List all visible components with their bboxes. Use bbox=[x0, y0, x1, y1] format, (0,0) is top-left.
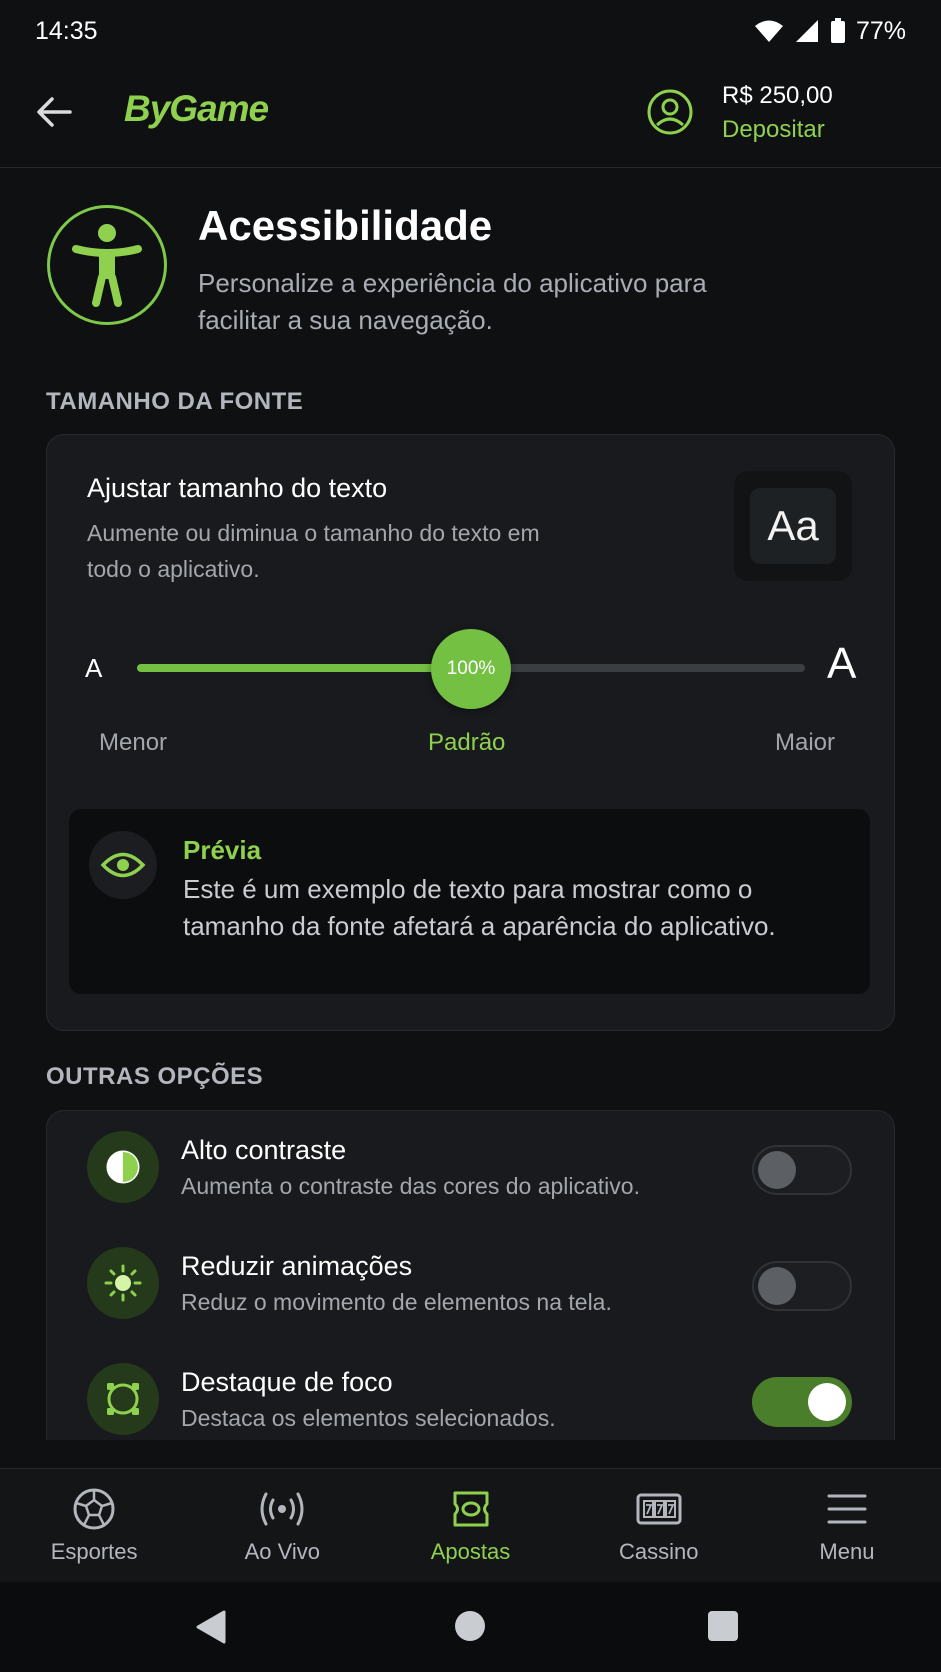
preview-text: Este é um exemplo de texto para mostrar … bbox=[183, 874, 776, 941]
contrast-icon bbox=[106, 1150, 140, 1184]
font-size-slider[interactable]: 100% bbox=[137, 629, 805, 709]
toggle-knob bbox=[808, 1383, 846, 1421]
slider-thumb[interactable]: 100% bbox=[431, 629, 511, 709]
font-size-title: Ajustar tamanho do texto bbox=[87, 473, 388, 503]
nav-item-apostas[interactable]: Apostas bbox=[376, 1469, 564, 1582]
system-home-button[interactable] bbox=[454, 1610, 486, 1647]
option-reduce-animations[interactable]: Reduzir animações Reduz o movimento de e… bbox=[47, 1227, 896, 1327]
page-title: Acessibilidade bbox=[198, 202, 493, 249]
text-preview-box: Prévia Este é um exemplo de texto para m… bbox=[69, 809, 870, 994]
status-time: 14:35 bbox=[35, 16, 98, 45]
app-header: ByGame R$ 250,00 Depositar bbox=[0, 62, 941, 168]
cellular-signal-icon bbox=[794, 19, 820, 43]
back-button[interactable] bbox=[34, 92, 74, 132]
toggle-knob bbox=[758, 1151, 796, 1189]
balance-amount: R$ 250,00 bbox=[722, 82, 833, 109]
wifi-icon bbox=[754, 19, 784, 43]
option-title: Reduzir animações bbox=[181, 1251, 413, 1281]
option-description: Aumenta o contraste das cores do aplicat… bbox=[181, 1173, 640, 1199]
arrow-left-icon bbox=[37, 97, 72, 127]
option-icon-badge bbox=[87, 1247, 159, 1319]
nav-label: Esportes bbox=[50, 1539, 138, 1564]
system-navigation-bar bbox=[0, 1582, 941, 1672]
nav-label: Menu bbox=[819, 1539, 875, 1564]
slider-big-letter: A bbox=[827, 639, 857, 688]
option-high-contrast[interactable]: Alto contraste Aumenta o contraste das c… bbox=[47, 1111, 896, 1211]
system-back-button[interactable] bbox=[195, 1610, 227, 1649]
status-bar: 14:35 77% bbox=[0, 0, 941, 62]
slider-fill bbox=[137, 664, 471, 672]
nav-item-menu[interactable]: Menu bbox=[753, 1469, 941, 1582]
account-button[interactable] bbox=[646, 88, 694, 136]
eye-icon bbox=[100, 852, 146, 878]
live-broadcast-icon bbox=[260, 1492, 304, 1526]
slider-label-max: Maior bbox=[775, 729, 836, 756]
slider-label-min: Menor bbox=[99, 729, 168, 756]
nav-label: Apostas bbox=[430, 1539, 511, 1564]
deposit-link[interactable]: Depositar bbox=[722, 116, 825, 144]
font-size-description: Aumente ou diminua o tamanho do texto em… bbox=[87, 520, 540, 582]
nav-label: Cassino bbox=[618, 1539, 699, 1564]
ticket-icon bbox=[453, 1491, 488, 1527]
high-contrast-toggle[interactable] bbox=[752, 1145, 852, 1195]
option-title: Alto contraste bbox=[181, 1135, 347, 1165]
sun-icon bbox=[104, 1264, 142, 1302]
nav-label: Ao Vivo bbox=[244, 1539, 321, 1564]
page-subtitle: Personalize a experiência do aplicativo … bbox=[198, 268, 707, 335]
option-description: Reduz o movimento de elementos na tela. bbox=[181, 1289, 612, 1315]
other-options-section-label: OUTRAS OPÇÕES bbox=[46, 1063, 264, 1090]
accessibility-icon bbox=[72, 224, 142, 307]
preview-title: Prévia bbox=[183, 835, 262, 865]
accessibility-icon-badge bbox=[47, 205, 167, 325]
reduce-animations-toggle[interactable] bbox=[752, 1261, 852, 1311]
bygame-logo[interactable]: ByGame bbox=[124, 88, 269, 130]
hamburger-menu-icon bbox=[827, 1494, 867, 1524]
nav-item-ao-vivo[interactable]: Ao Vivo bbox=[188, 1469, 376, 1582]
soccer-ball-icon bbox=[73, 1488, 115, 1530]
option-title: Destaque de foco bbox=[181, 1367, 393, 1397]
slider-label-default: Padrão bbox=[428, 729, 506, 756]
bottom-navigation: Esportes Ao Vivo Apostas Cassino Menu bbox=[0, 1468, 941, 1582]
slider-small-letter: A bbox=[85, 653, 103, 683]
focus-highlight-toggle[interactable] bbox=[752, 1377, 852, 1427]
focus-icon bbox=[107, 1383, 139, 1415]
option-icon-badge bbox=[87, 1363, 159, 1435]
user-avatar-icon bbox=[647, 89, 693, 135]
status-indicators: 77% bbox=[754, 17, 906, 46]
battery-icon bbox=[830, 18, 846, 44]
slot-machine-icon bbox=[636, 1493, 682, 1525]
square-recents-icon bbox=[708, 1611, 738, 1641]
option-icon-badge bbox=[87, 1131, 159, 1203]
font-size-card: Ajustar tamanho do texto Aumente ou dimi… bbox=[46, 434, 895, 1031]
battery-percent: 77% bbox=[855, 16, 906, 45]
system-recents-button[interactable] bbox=[707, 1610, 739, 1647]
triangle-back-icon bbox=[196, 1610, 226, 1644]
preview-icon-badge bbox=[89, 831, 157, 899]
option-focus-highlight[interactable]: Destaque de foco Destaca os elementos se… bbox=[47, 1343, 896, 1443]
font-preview-badge: Aa bbox=[734, 471, 852, 581]
nav-item-cassino[interactable]: Cassino bbox=[565, 1469, 753, 1582]
option-description: Destaca os elementos selecionados. bbox=[181, 1405, 556, 1431]
font-glyph-icon: Aa bbox=[750, 488, 836, 564]
other-options-card: Alto contraste Aumenta o contraste das c… bbox=[46, 1110, 895, 1440]
nav-item-esportes[interactable]: Esportes bbox=[0, 1469, 188, 1582]
toggle-knob bbox=[758, 1267, 796, 1305]
font-size-section-label: TAMANHO DA FONTE bbox=[46, 388, 304, 415]
circle-home-icon bbox=[455, 1611, 485, 1641]
